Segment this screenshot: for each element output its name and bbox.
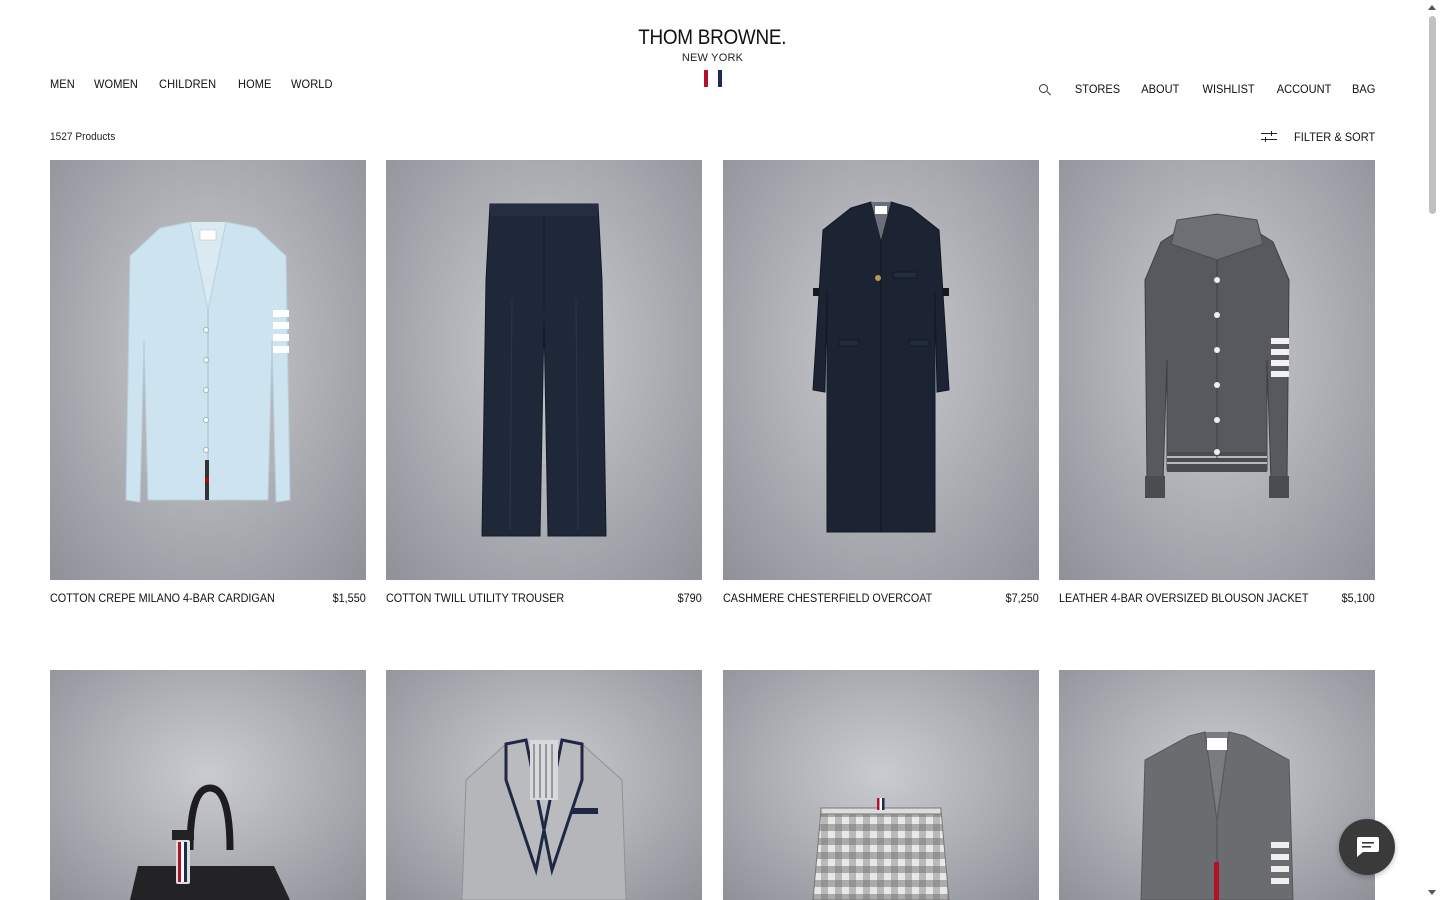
scroll-thumb[interactable] [1429,16,1436,214]
nav-stores[interactable]: STORES [1075,82,1120,96]
product-name[interactable]: COTTON TWILL UTILITY TROUSER [386,591,564,605]
product-image[interactable] [386,670,702,900]
overcoat-navy-icon [812,201,950,533]
product-card[interactable] [386,670,702,900]
trouser-navy-icon [481,203,607,537]
cardigan-light-blue-icon [125,221,291,503]
product-card[interactable] [1059,670,1375,900]
blazer-grey-icon [461,738,627,900]
nav-item-women[interactable]: WOMEN [94,77,138,91]
product-card[interactable]: LEATHER 4-BAR OVERSIZED BLOUSON JACKET $… [1059,160,1375,605]
filter-sort-button[interactable]: FILTER & SORT [1260,130,1375,144]
chat-button[interactable] [1339,819,1395,875]
brand-logo[interactable]: THOM BROWNE. NEW YORK [0,26,1425,64]
product-price: $1,550 [332,591,366,605]
site-header: THOM BROWNE. NEW YORK MEN WOMEN CHILDREN… [0,0,1425,120]
product-name[interactable]: LEATHER 4-BAR OVERSIZED BLOUSON JACKET [1059,591,1308,605]
product-card[interactable]: COTTON CREPE MILANO 4-BAR CARDIGAN $1,55… [50,160,366,605]
main-nav: MEN WOMEN CHILDREN HOME WORLD [50,77,354,91]
nav-about[interactable]: ABOUT [1142,82,1180,96]
cardigan-grey-icon [1140,731,1294,900]
blouson-grey-icon [1144,213,1290,498]
product-card[interactable] [723,670,1039,900]
product-image[interactable] [50,670,366,900]
nav-item-world[interactable]: WORLD [291,77,333,91]
product-image[interactable] [1059,670,1375,900]
product-count: 1527 Products [50,131,116,143]
product-image[interactable] [723,160,1039,580]
brand-city: NEW YORK [681,52,744,64]
product-image[interactable] [723,670,1039,900]
nav-bag[interactable]: BAG [1352,82,1375,96]
product-price: $7,250 [1005,591,1039,605]
utility-nav: STORES ABOUT WISHLIST ACCOUNT BAG [1038,82,1375,96]
page-scrollbar[interactable] [1425,0,1440,900]
skirt-check-icon [812,798,950,900]
product-image[interactable] [1059,160,1375,580]
sliders-icon [1260,131,1277,143]
nav-wishlist[interactable]: WISHLIST [1202,82,1254,96]
listing-toolbar: 1527 Products FILTER & SORT [50,130,1375,145]
backpack-black-icon [130,784,290,900]
chat-bubble-icon [1357,837,1379,857]
product-name[interactable]: CASHMERE CHESTERFIELD OVERCOAT [723,591,932,605]
nav-item-children[interactable]: CHILDREN [159,77,216,91]
search-icon[interactable] [1038,83,1051,96]
product-card[interactable]: COTTON TWILL UTILITY TROUSER $790 [386,160,702,605]
product-name[interactable]: COTTON CREPE MILANO 4-BAR CARDIGAN [50,591,275,605]
product-image[interactable] [386,160,702,580]
tricolor-flag-icon [704,70,722,87]
scroll-down-arrow-icon[interactable] [1428,890,1436,895]
nav-item-home[interactable]: HOME [238,77,271,91]
product-card[interactable] [50,670,366,900]
product-card[interactable]: CASHMERE CHESTERFIELD OVERCOAT $7,250 [723,160,1039,605]
product-price: $5,100 [1341,591,1375,605]
product-image[interactable] [50,160,366,580]
filter-sort-label: FILTER & SORT [1293,130,1375,144]
scroll-up-arrow-icon[interactable] [1428,5,1436,10]
brand-name[interactable]: THOM BROWNE. [639,26,787,50]
nav-item-men[interactable]: MEN [50,77,75,91]
product-price: $790 [677,591,702,605]
nav-account[interactable]: ACCOUNT [1277,82,1332,96]
